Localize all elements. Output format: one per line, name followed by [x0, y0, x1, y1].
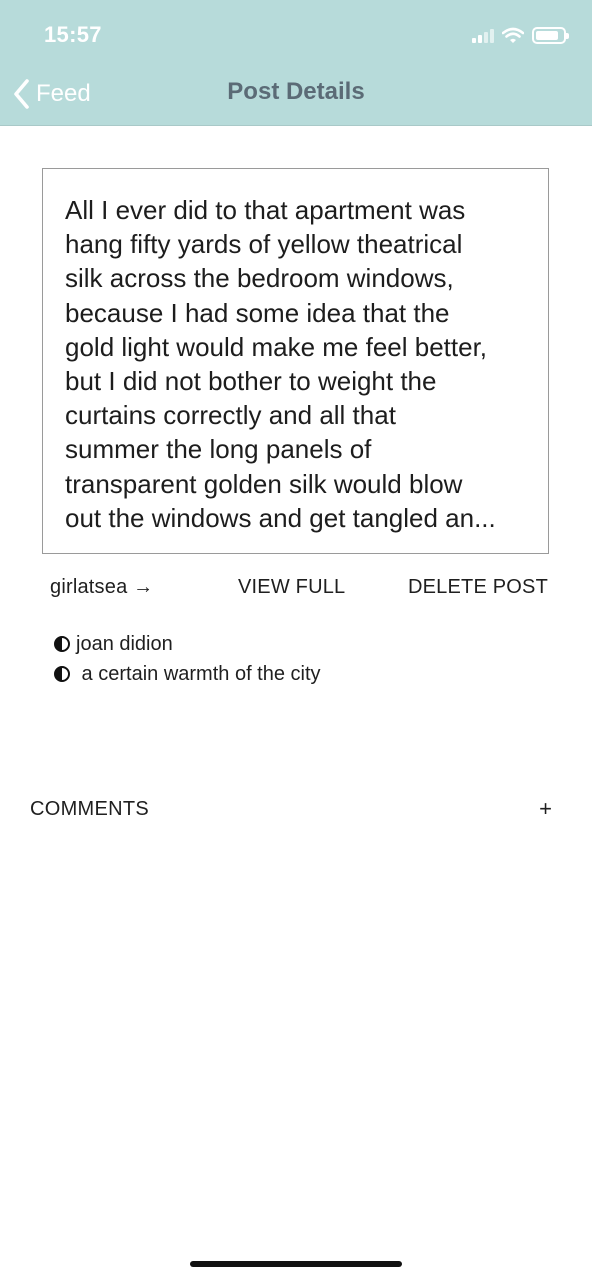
- post-content-card: All I ever did to that apartment was han…: [42, 168, 549, 554]
- navigation-header: 15:57 Feed Post Details: [0, 0, 592, 126]
- view-full-button[interactable]: VIEW FULL: [238, 576, 345, 602]
- status-time: 15:57: [44, 22, 102, 47]
- comments-heading: COMMENTS: [30, 798, 150, 820]
- home-indicator[interactable]: [190, 1261, 402, 1267]
- page-title: Post Details: [227, 78, 365, 105]
- tag-item[interactable]: a certain warmth of the city: [54, 661, 321, 687]
- wifi-icon: [502, 27, 524, 43]
- status-icons: [472, 24, 569, 46]
- delete-post-button[interactable]: DELETE POST: [408, 576, 548, 602]
- tag-label: joan didion: [76, 632, 173, 655]
- tag-item[interactable]: joan didion: [54, 631, 173, 657]
- author-link[interactable]: girlatsea →: [50, 576, 153, 602]
- half-circle-icon: [54, 666, 70, 682]
- tag-label: a certain warmth of the city: [76, 662, 321, 685]
- cellular-signal-icon: [472, 27, 494, 43]
- post-text: All I ever did to that apartment was han…: [65, 195, 496, 533]
- add-comment-button[interactable]: +: [539, 796, 552, 822]
- battery-icon: [532, 26, 569, 44]
- half-circle-icon: [54, 636, 70, 652]
